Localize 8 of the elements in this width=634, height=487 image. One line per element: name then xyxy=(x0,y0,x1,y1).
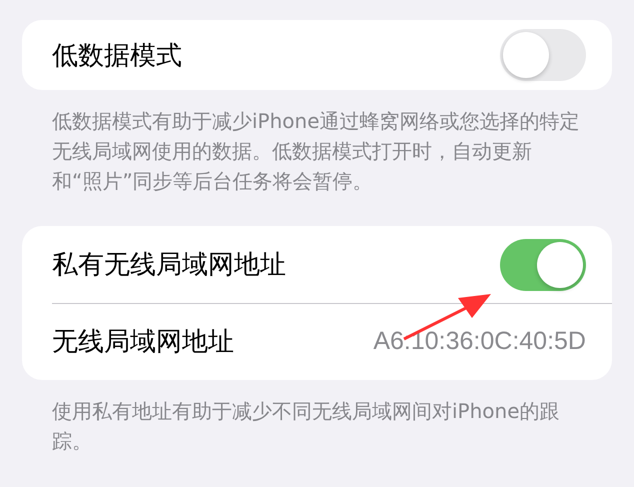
footer-note: 使用私有地址有助于减少不同无线局域网间对iPhone的跟踪。 xyxy=(51,398,561,455)
setting-value: A6:10:36:0C:40:5D xyxy=(373,327,586,356)
setting-label: 私有无线局域网地址 xyxy=(52,249,286,282)
toggle-switch[interactable] xyxy=(500,29,586,81)
setting-label: 无线局域网地址 xyxy=(52,326,234,359)
toggle-switch[interactable] xyxy=(500,238,586,290)
setting-label: 低数据模式 xyxy=(52,40,182,72)
footer-note: 低数据模式有助于减少iPhone通过蜂窝网络或您选择的特定无线局域网使用的数据。低数据模式打开时，自动更新和“照片”同步等后台任务将会暂停。 xyxy=(51,108,581,195)
